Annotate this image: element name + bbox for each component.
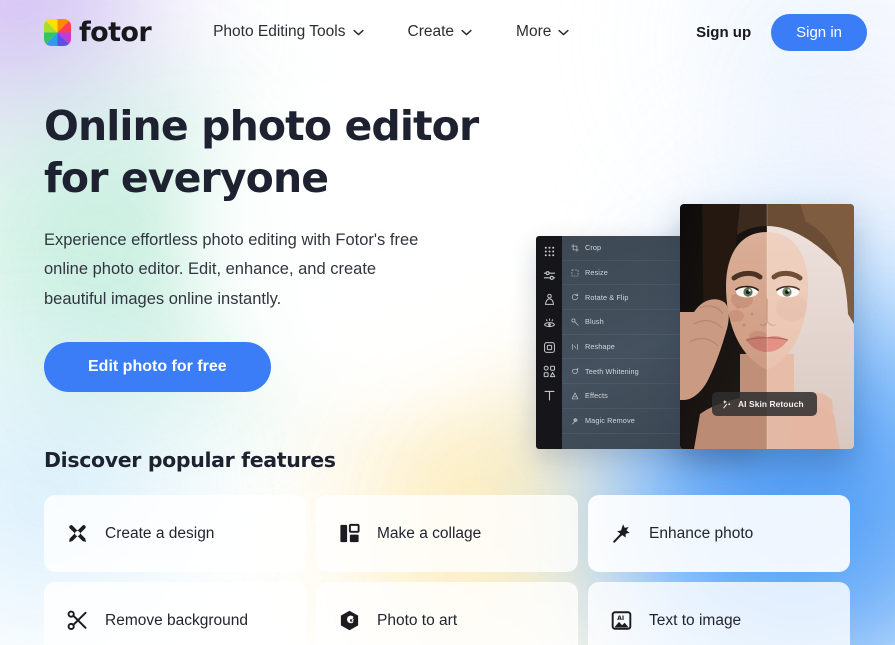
menu-label: Resize xyxy=(585,268,608,278)
chevron-down-icon xyxy=(352,29,364,35)
hero-title-line-2: for everyone xyxy=(44,154,329,203)
editor-tool-rail xyxy=(536,236,562,449)
site-header: fotor Photo Editing Tools Create More Si… xyxy=(0,0,895,64)
features-section: Discover popular features Create a desig… xyxy=(44,448,864,645)
badge-label: AI Skin Retouch xyxy=(738,399,804,409)
hero-section: Online photo editor for everyone Experie… xyxy=(0,64,895,449)
nav-item-more[interactable]: More xyxy=(494,15,591,49)
nav-item-photo-editing-tools[interactable]: Photo Editing Tools xyxy=(191,15,385,49)
main-nav: Photo Editing Tools Create More xyxy=(191,15,591,49)
menu-label: Reshape xyxy=(585,342,615,352)
chevron-down-icon xyxy=(558,29,569,35)
effects-icon xyxy=(571,392,579,400)
pencil-ruler-icon xyxy=(69,525,86,542)
nav-label: Photo Editing Tools xyxy=(213,23,346,40)
menu-label: Crop xyxy=(585,243,602,253)
nav-item-create[interactable]: Create xyxy=(386,15,495,49)
feature-card-create-a-design[interactable]: Create a design xyxy=(44,495,306,572)
header-actions: Sign up Sign in xyxy=(688,13,867,51)
feature-grid: Create a design Make a collage Enhance p… xyxy=(44,495,864,645)
features-title: Discover popular features xyxy=(44,448,336,472)
ai-text-to-image-icon: AI xyxy=(611,611,632,630)
teeth-whitening-icon xyxy=(571,368,579,375)
portrait-person-icon[interactable] xyxy=(543,293,556,306)
hexagon-art-icon xyxy=(340,610,359,631)
feature-label: Enhance photo xyxy=(649,524,754,542)
feature-label: Create a design xyxy=(105,524,215,542)
crop-icon xyxy=(571,244,579,252)
hero-title-line-1: Online photo editor xyxy=(44,102,479,150)
magic-wand-icon xyxy=(613,524,630,543)
sign-in-button[interactable]: Sign in xyxy=(771,13,867,51)
reshape-icon xyxy=(572,343,578,350)
feature-label: Photo to art xyxy=(377,611,458,629)
nav-label: More xyxy=(516,23,552,40)
before-after-photo: AI Skin Retouch xyxy=(680,204,854,449)
page-root: fotor Photo Editing Tools Create More Si… xyxy=(0,0,895,645)
feature-card-make-a-collage[interactable]: Make a collage xyxy=(316,495,578,572)
logo[interactable]: fotor xyxy=(44,16,152,48)
sign-up-link[interactable]: Sign up xyxy=(688,18,759,47)
frame-icon[interactable] xyxy=(543,341,556,354)
apps-grid-icon[interactable] xyxy=(543,245,556,258)
chevron-down-icon xyxy=(461,29,472,35)
beauty-eye-icon[interactable] xyxy=(543,317,556,330)
rotate-icon xyxy=(571,293,579,301)
menu-label: Rotate & Flip xyxy=(585,292,629,302)
status-badge: AI Skin Retouch xyxy=(712,392,817,416)
text-tool-icon[interactable] xyxy=(543,389,556,402)
scissors-icon xyxy=(67,610,87,630)
blush-icon xyxy=(571,318,579,326)
feature-label: Text to image xyxy=(649,611,742,629)
nav-label: Create xyxy=(407,23,455,40)
fotor-color-wheel-icon xyxy=(44,18,71,46)
menu-label: Magic Remove xyxy=(585,416,635,426)
menu-label: Effects xyxy=(585,391,608,401)
edit-photo-for-free-button[interactable]: Edit photo for free xyxy=(44,342,271,393)
page-title: Online photo editor for everyone xyxy=(44,100,514,205)
svg-text:AI: AI xyxy=(617,615,624,622)
collage-grid-icon xyxy=(340,523,360,543)
feature-card-text-to-image[interactable]: AI Text to image xyxy=(588,582,850,645)
magic-remove-icon xyxy=(572,417,578,424)
menu-label: Teeth Whitening xyxy=(585,366,639,376)
feature-card-remove-background[interactable]: Remove background xyxy=(44,582,306,645)
resize-icon xyxy=(571,269,579,276)
hero-subtitle: Experience effortless photo editing with… xyxy=(44,230,419,308)
feature-card-photo-to-art[interactable]: Photo to art xyxy=(316,582,578,645)
feature-card-enhance-photo[interactable]: Enhance photo xyxy=(588,495,850,572)
feature-label: Remove background xyxy=(105,611,249,629)
feature-label: Make a collage xyxy=(377,524,482,542)
ai-retouch-icon xyxy=(722,399,731,409)
adjust-sliders-icon[interactable] xyxy=(543,269,556,282)
logo-text: fotor xyxy=(79,16,152,48)
shapes-icon[interactable] xyxy=(543,365,556,378)
menu-label: Blush xyxy=(585,317,604,327)
editor-mockup: Crop Resize Rotate & Flip Blush Reshape … xyxy=(536,204,854,449)
